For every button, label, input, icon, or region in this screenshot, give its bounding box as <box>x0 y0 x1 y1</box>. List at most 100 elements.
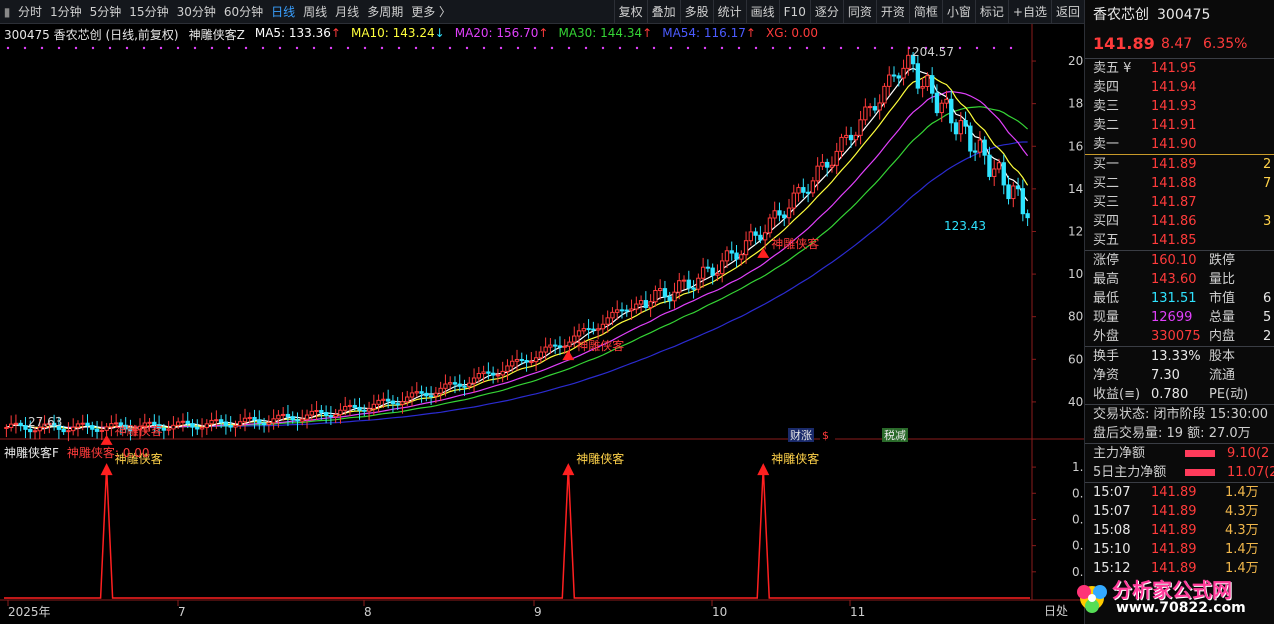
candle-body <box>13 422 19 425</box>
candle-body <box>1025 213 1030 219</box>
period-tab-1[interactable]: 1分钟 <box>46 0 86 24</box>
candle-body <box>443 383 448 389</box>
period-tab-10[interactable]: 更多 〉 <box>407 0 455 24</box>
candle-body <box>901 67 906 79</box>
candle-body <box>357 406 362 411</box>
xg-dot <box>329 46 333 50</box>
kline-chart[interactable]: 200.0 180.0 160.0 140.0 120.0 100.0 80.00 60.00… <box>0 24 1102 624</box>
y-tick-label: 100.0 <box>1068 267 1084 281</box>
tool-button-1[interactable]: 叠加 <box>648 0 680 24</box>
candle-body <box>309 410 314 416</box>
xg-dot <box>550 46 554 50</box>
xg-dot <box>737 46 741 50</box>
indicator-line <box>4 467 1030 599</box>
candle-body <box>982 139 987 156</box>
indicator-name[interactable]: 神雕侠客Z <box>189 26 245 42</box>
main-signal-arrow <box>562 350 575 361</box>
ask-row: 卖四 141.94 <box>1093 80 1197 95</box>
candle-body <box>567 341 572 347</box>
fin-row: 换手 13.33% 股本 <box>1093 349 1236 364</box>
period-tab-0[interactable]: 分时 <box>14 0 46 24</box>
candle-body <box>672 291 677 302</box>
xg-dot <box>57 46 61 50</box>
xg-dot <box>414 46 418 50</box>
candle-body <box>557 345 563 348</box>
candle-body <box>595 328 601 331</box>
y-tick-label: 60.00 <box>1068 352 1084 366</box>
candle-body <box>252 416 257 421</box>
tool-button-6[interactable]: 逐分 <box>811 0 843 24</box>
candle-body <box>576 330 582 337</box>
period-tab-4[interactable]: 30分钟 <box>173 0 220 24</box>
candle-body <box>467 382 472 387</box>
bid-row: 买三 141.87 <box>1093 195 1197 210</box>
candle-body <box>424 392 429 397</box>
period-tab-8[interactable]: 月线 <box>331 0 363 24</box>
period-tab-2[interactable]: 5分钟 <box>86 0 126 24</box>
candle-body <box>543 346 548 353</box>
candle-body <box>896 75 901 79</box>
tick-list[interactable]: 15:07 141.89 1.4万 15:07 141.89 4.3万 15:08 141.8… <box>1085 483 1274 578</box>
candle-body <box>295 419 300 422</box>
candle-body <box>667 296 672 302</box>
candle-body <box>562 345 567 348</box>
candle-body <box>963 120 968 127</box>
xg-dot <box>873 46 877 50</box>
signal-label: 神雕侠客 <box>576 451 624 466</box>
xg-dot <box>142 46 146 50</box>
bid-book: 买一 141.89 2 买二 141.88 7 买三 141.87 买四 141.86 3 买五 141… <box>1085 155 1274 250</box>
candle-body <box>75 423 81 428</box>
xg-dot <box>6 46 10 50</box>
period-tab-9[interactable]: 多周期 <box>363 0 407 24</box>
tool-button-4[interactable]: 画线 <box>747 0 779 24</box>
indicator-sub-name[interactable]: 神雕侠客F <box>4 444 59 460</box>
tool-button-9[interactable]: 简框 <box>910 0 942 24</box>
tool-button-11[interactable]: 标记 <box>976 0 1008 24</box>
xg-dot <box>465 46 469 50</box>
candle-body <box>891 74 897 77</box>
candle-body <box>939 102 944 114</box>
candle-body <box>848 134 854 141</box>
candle-body <box>686 279 691 289</box>
period-tabs: 分时 1分钟 5分钟 15分钟 30分钟 60分钟 日线 周线 月线 多周期 更多 〉 <box>14 0 455 24</box>
x-tick-label: 2025年 <box>8 605 51 619</box>
tool-button-10[interactable]: 小窗 <box>943 0 975 24</box>
tool-button-3[interactable]: 统计 <box>714 0 746 24</box>
period-tab-3[interactable]: 15分钟 <box>125 0 172 24</box>
tool-button-8[interactable]: 开资 <box>877 0 909 24</box>
grip-icon[interactable]: ▮ <box>0 0 14 24</box>
candle-body <box>319 409 324 414</box>
candle-body <box>758 234 763 241</box>
period-tab-7[interactable]: 周线 <box>299 0 331 24</box>
candle-body <box>271 418 276 424</box>
candle-body <box>930 75 935 94</box>
candle-body <box>395 403 400 406</box>
candle-body <box>829 164 835 168</box>
period-tab-5[interactable]: 60分钟 <box>220 0 267 24</box>
xg-dot <box>482 46 486 50</box>
candle-body <box>352 404 357 408</box>
xg-dot <box>584 46 588 50</box>
stat-row: 现量 12699 总量 5 <box>1093 310 1272 325</box>
candle-body <box>347 404 353 407</box>
candle-body <box>471 377 477 384</box>
kline-chart-svg[interactable]: 200.0 180.0 160.0 140.0 120.0 100.0 80.00 60.00… <box>0 24 1102 624</box>
xg-dot <box>278 46 282 50</box>
candle-body <box>553 344 558 347</box>
tool-button-5[interactable]: F10 <box>780 0 810 24</box>
candle-body <box>261 422 267 426</box>
candle-body <box>314 409 319 412</box>
candle-body <box>223 421 229 426</box>
tool-button-0[interactable]: 复权 <box>615 0 647 24</box>
xg-dot <box>618 46 622 50</box>
candle-body <box>533 357 539 363</box>
tool-button-13[interactable]: 返回 <box>1052 0 1084 24</box>
xg-dot <box>40 46 44 50</box>
candle-body <box>634 303 639 310</box>
candle-body <box>109 423 114 428</box>
tool-button-12[interactable]: +自选 <box>1009 0 1051 24</box>
candle-body <box>94 428 100 432</box>
tool-button-2[interactable]: 多股 <box>681 0 713 24</box>
tool-button-7[interactable]: 同资 <box>844 0 876 24</box>
period-tab-6[interactable]: 日线 <box>267 0 299 24</box>
